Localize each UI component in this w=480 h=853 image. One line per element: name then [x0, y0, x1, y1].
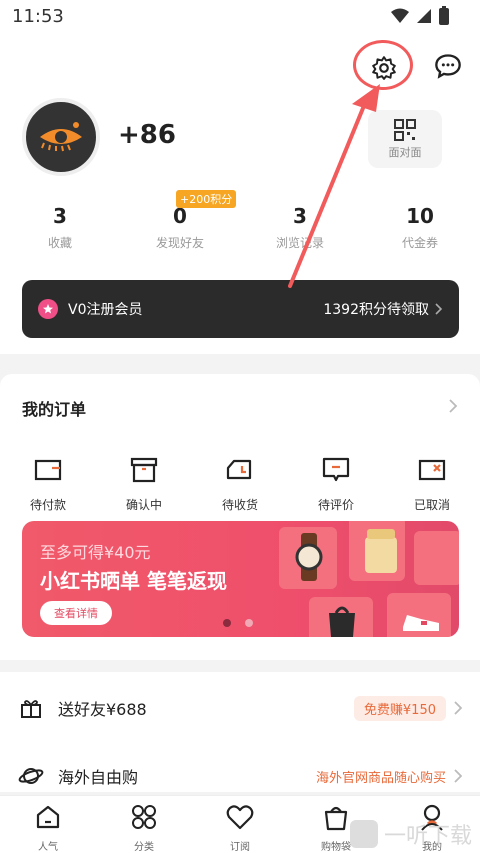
- gift-icon: [18, 695, 44, 721]
- order-label: 已取消: [413, 498, 450, 512]
- invite-row[interactable]: 送好友¥688 免费赚¥150: [0, 680, 480, 736]
- points-badge: +200积分: [176, 190, 237, 208]
- wallet-icon: [34, 459, 62, 481]
- member-bar[interactable]: V0注册会员 1392积分待领取: [22, 280, 459, 338]
- stat-label: 收藏: [47, 236, 72, 250]
- product-tile: [414, 531, 459, 585]
- banner-line2: 小红书晒单 笔笔返现: [40, 569, 227, 593]
- order-pending-payment[interactable]: 待付款: [30, 454, 66, 513]
- chevron-right-icon: [435, 303, 443, 315]
- tab-label: 订阅: [230, 842, 250, 853]
- grid-icon: [132, 805, 156, 829]
- watermark: 一听下载: [349, 818, 472, 850]
- order-label: 确认中: [125, 498, 162, 512]
- order-status-row: 待付款 确认中 待收货 待评价 已取消: [0, 454, 480, 513]
- qr-label: 面对面: [388, 146, 422, 159]
- orders-section: 我的订单 待付款 确认中 待收货 待评价 已取消 至多可得¥40元 小红书晒单 …: [0, 374, 480, 660]
- stat-label: 发现好友: [155, 236, 204, 250]
- carousel-dot-active: [223, 619, 231, 627]
- message-button[interactable]: [434, 52, 462, 84]
- stat-number: 10: [406, 204, 434, 228]
- order-cancelled[interactable]: 已取消: [414, 454, 450, 513]
- truck-icon: [226, 459, 252, 480]
- tab-label: 人气: [38, 842, 58, 853]
- star-icon: [38, 299, 58, 319]
- order-confirming[interactable]: 确认中: [126, 454, 162, 513]
- member-points: 1392积分待领取: [323, 299, 443, 319]
- order-label: 待付款: [29, 498, 66, 512]
- bag-icon: [324, 806, 348, 831]
- avatar[interactable]: [22, 98, 100, 176]
- status-bar: 11:53: [0, 0, 480, 34]
- orders-title: 我的订单: [22, 400, 87, 419]
- stat-number: 3: [293, 204, 307, 228]
- cancel-box-icon: [418, 459, 446, 481]
- order-awaiting-review[interactable]: 待评价: [318, 454, 354, 513]
- chevron-right-icon: [454, 769, 462, 783]
- chevron-right-icon: [454, 701, 462, 715]
- overseas-title: 海外自由购: [58, 768, 139, 787]
- stat-history[interactable]: 3 浏览记录: [240, 204, 360, 251]
- banner-line1: 至多可得¥40元: [40, 543, 151, 562]
- tab-category[interactable]: 分类: [96, 796, 192, 853]
- face-to-face-button[interactable]: 面对面: [368, 110, 442, 168]
- promo-banner[interactable]: 至多可得¥40元 小红书晒单 笔笔返现 查看详情: [22, 521, 459, 637]
- sneaker-icon: [403, 615, 439, 631]
- battery-icon: [439, 6, 449, 25]
- watermark-logo-icon: [349, 820, 378, 848]
- stat-favorites[interactable]: 3 收藏: [0, 204, 120, 251]
- cosmetic-jar-icon: [365, 529, 397, 573]
- wifi-icon: [391, 8, 409, 23]
- home-icon: [36, 805, 60, 829]
- tab-popular[interactable]: 人气: [0, 796, 96, 853]
- banner-details-button[interactable]: 查看详情: [40, 601, 112, 625]
- tab-label: 分类: [134, 842, 154, 853]
- stat-label: 代金券: [401, 236, 438, 250]
- stat-vouchers[interactable]: 10 代金券: [360, 204, 480, 251]
- member-title: V0注册会员: [68, 302, 143, 318]
- signal-icon: [417, 9, 431, 23]
- box-icon: [130, 457, 158, 483]
- watch-icon: [295, 533, 323, 581]
- heart-icon: [226, 805, 254, 830]
- profile-card: +86 面对面 3 收藏 +200积分 0 发现好友 3 浏览记录 10 代金券…: [0, 34, 480, 354]
- tab-subscribe[interactable]: 订阅: [192, 796, 288, 853]
- order-label: 待评价: [317, 498, 354, 512]
- stat-number: 3: [53, 204, 67, 228]
- overseas-subtitle: 海外官网商品随心购买: [315, 770, 446, 786]
- feature-list: 送好友¥688 免费赚¥150 海外自由购 海外官网商品随心购买: [0, 672, 480, 792]
- eye-logo-icon: [40, 122, 82, 152]
- comment-icon: [322, 457, 350, 482]
- highlight-circle: [353, 40, 413, 90]
- order-awaiting-delivery[interactable]: 待收货: [222, 454, 258, 513]
- status-icons: [390, 6, 450, 26]
- carousel-dot: [245, 619, 253, 627]
- watermark-text: 一听下载: [383, 824, 472, 849]
- stats-row: 3 收藏 +200积分 0 发现好友 3 浏览记录 10 代金券: [0, 190, 480, 251]
- chat-bubble-icon: [435, 54, 461, 79]
- chevron-right-icon[interactable]: [448, 398, 458, 414]
- user-phone: +86: [118, 120, 176, 150]
- status-time: 11:53: [12, 6, 64, 27]
- stat-find-friends[interactable]: +200积分 0 发现好友: [120, 190, 240, 251]
- qr-code-icon: [394, 119, 416, 141]
- invite-title: 送好友¥688: [58, 700, 147, 719]
- earn-tag: 免费赚¥150: [353, 695, 446, 721]
- handbag-icon: [329, 606, 355, 637]
- planet-icon: [18, 763, 44, 789]
- banner-product-tiles: [269, 521, 459, 637]
- member-points-text: 1392积分待领取: [323, 302, 429, 318]
- stat-label: 浏览记录: [275, 236, 324, 250]
- order-label: 待收货: [221, 498, 258, 512]
